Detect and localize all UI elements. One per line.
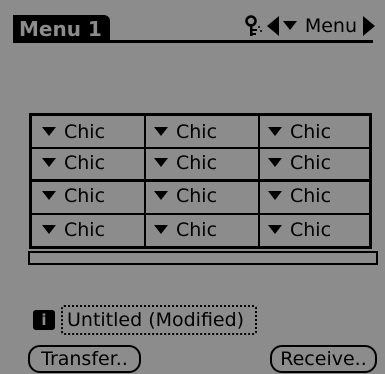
arrow-right-icon[interactable] [363, 16, 375, 36]
dropdown-triangle-icon [268, 191, 282, 200]
grid-dropdown-cell[interactable]: Chic [144, 179, 258, 213]
grid-cell-value: Chic [290, 152, 332, 174]
info-icon[interactable]: i [33, 310, 55, 330]
grid-dropdown-cell[interactable]: Chic [144, 147, 258, 179]
file-name-field[interactable]: Untitled (Modified) [61, 305, 257, 335]
grid-cell-value: Chic [290, 185, 332, 207]
grid-cell-value: Chic [64, 152, 106, 174]
grid-dropdown-cell[interactable]: Chic [32, 179, 144, 213]
dropdown-triangle-icon [42, 224, 56, 234]
grid-cell-value: Chic [176, 120, 218, 143]
dropdown-triangle-icon [268, 158, 282, 167]
grid-dropdown-cell[interactable]: Chic [32, 116, 144, 147]
grid-cell-value: Chic [290, 120, 332, 143]
dropdown-triangle-icon[interactable] [282, 21, 297, 31]
grid-cell-value: Chic [64, 218, 106, 241]
title-tab[interactable]: Menu 1 [13, 15, 110, 43]
dropdown-triangle-icon [154, 224, 168, 234]
grid-dropdown-cell[interactable]: Chic [32, 213, 144, 246]
grid-cell-value: Chic [176, 218, 218, 241]
dropdown-triangle-icon [154, 191, 168, 200]
grid-dropdown-cell[interactable]: Chic [144, 116, 258, 147]
grid-cell-value: Chic [64, 185, 106, 207]
title-underline [13, 40, 373, 43]
grid-cell-value: Chic [176, 185, 218, 207]
arrow-left-icon[interactable] [266, 16, 279, 36]
receive-button[interactable]: Receive.. [270, 345, 377, 373]
menubar-controls: Menu [245, 12, 375, 40]
key-icon[interactable] [245, 15, 263, 37]
grid-dropdown-cell[interactable]: Chic [258, 179, 369, 213]
grid-cell-value: Chic [290, 218, 332, 241]
horizontal-scrollbar[interactable] [28, 251, 378, 265]
dropdown-triangle-icon [42, 191, 56, 200]
page-title: Menu 1 [19, 17, 102, 41]
menu-dropdown[interactable]: Menu [305, 15, 357, 37]
grid-cell-value: Chic [64, 120, 106, 143]
grid-dropdown-cell[interactable]: Chic [32, 147, 144, 179]
dropdown-triangle-icon [42, 158, 56, 167]
dropdown-triangle-icon [154, 158, 168, 167]
dropdown-triangle-icon [154, 126, 168, 136]
grid-dropdown-cell[interactable]: Chic [258, 116, 369, 147]
grid-dropdown-cell[interactable]: Chic [258, 147, 369, 179]
dropdown-triangle-icon [268, 224, 282, 234]
selector-grid: Chic Chic Chic Chic Chic Chic Chic Chic Chic Chic… [29, 113, 372, 249]
grid-cell-value: Chic [176, 152, 218, 174]
transfer-button[interactable]: Transfer.. [28, 345, 141, 373]
dropdown-triangle-icon [42, 126, 56, 136]
dropdown-triangle-icon [268, 126, 282, 136]
grid-dropdown-cell[interactable]: Chic [144, 213, 258, 246]
grid-dropdown-cell[interactable]: Chic [258, 213, 369, 246]
